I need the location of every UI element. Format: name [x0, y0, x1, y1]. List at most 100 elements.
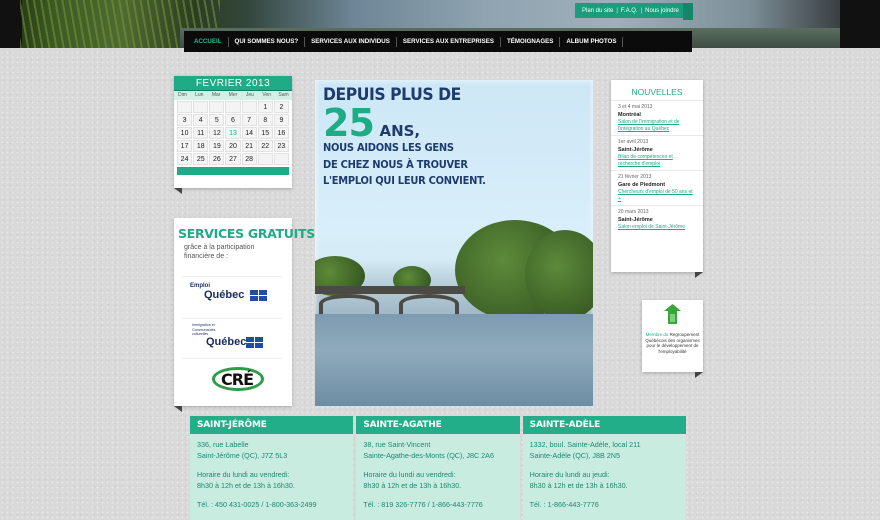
calendar-fold	[174, 188, 182, 194]
office-address: 38, rue Saint-Vincent	[363, 440, 431, 449]
membre-fold	[695, 372, 703, 378]
calendar-day: 8	[257, 114, 273, 126]
hero-banner: DEPUIS PLUS DE 25 ANS, NOUS AIDONS LES G…	[315, 80, 593, 406]
calendar-day: 14	[241, 127, 257, 139]
calendar-weekday: Dim	[177, 92, 187, 98]
office-phone: Tél. : 819 326-7776 / 1-866-443-7776	[363, 500, 483, 509]
nav-accueil[interactable]: ACCUEIL	[188, 36, 229, 47]
rquode-logo-icon	[664, 304, 681, 324]
news-date: 21 février 2013	[618, 174, 652, 180]
news-place: Saint-Jérôme	[618, 147, 653, 153]
hero-text: DEPUIS PLUS DE 25 ANS, NOUS AIDONS LES G…	[323, 86, 563, 187]
news-link[interactable]: Bilan de compétences et recherche d'empl…	[618, 154, 696, 168]
link-nous-joindre[interactable]: Nous joindre	[642, 8, 682, 14]
calendar-weekday: Mar	[211, 92, 221, 98]
nav-album-photos[interactable]: ALBUM PHOTOS	[560, 36, 624, 47]
calendar-day: 6	[225, 114, 241, 126]
calendar-month: FEVRIER 2013	[174, 76, 292, 91]
top-links: Plan du site | F.A.Q. | Nous joindre	[575, 3, 686, 18]
hero-line-5: L'EMPLOI QUI LEUR CONVIENT.	[323, 173, 486, 187]
news-fold	[695, 272, 703, 278]
cre-logo[interactable]: CRÉ	[182, 358, 282, 402]
hero-line-4: DE CHEZ NOUS À TROUVER	[323, 157, 468, 171]
office-hours: 8h30 à 12h et de 13h à 16h30.	[197, 480, 295, 490]
nav-qui-sommes-nous[interactable]: QUI SOMMES NOUS?	[229, 36, 306, 47]
calendar-empty-cell: ·	[241, 101, 257, 113]
header-edge-right	[840, 0, 880, 48]
bridge	[315, 286, 465, 294]
nav-services-individus[interactable]: SERVICES AUX INDIVIDUS	[305, 36, 397, 47]
river	[315, 314, 593, 406]
calendar-day: 16	[273, 127, 289, 139]
office-hours-label: Horaire du lundi au jeudi:	[529, 470, 610, 479]
calendar-weekday: Sam	[278, 92, 289, 98]
news-date: 3 et 4 mai 2013	[618, 104, 653, 110]
link-faq[interactable]: F.A.Q.	[618, 8, 641, 14]
news-item: 20 mars 2013 Saint-Jérôme Salon emploi d…	[611, 206, 703, 233]
nav-services-entreprises[interactable]: SERVICES AUX ENTREPRISES	[397, 36, 501, 47]
calendar-day: 12	[209, 127, 225, 139]
calendar-day[interactable]: 13	[225, 127, 241, 139]
emploi-quebec-logo[interactable]: Emploi Québec	[182, 276, 282, 316]
office-phone: Tél. : 1-866-443-7776	[529, 500, 599, 509]
membre-text: Membre du Regroupement Québécois des org…	[644, 332, 701, 354]
nav-temoignages[interactable]: TÉMOIGNAGES	[501, 36, 561, 47]
calendar-footer	[177, 167, 289, 175]
calendar-empty-cell: ·	[225, 101, 241, 113]
calendar-grid: ·····12345678910111213141516171819202122…	[174, 100, 292, 166]
membre-badge[interactable]: Membre du Regroupement Québécois des org…	[642, 300, 703, 372]
calendar-empty-cell: ·	[273, 153, 289, 165]
news-link[interactable]: Salon de l'immigration et de l'intégrati…	[618, 119, 696, 133]
calendar-day: 23	[273, 140, 289, 152]
quebec-flag-icon	[246, 337, 263, 348]
link-plan-du-site[interactable]: Plan du site	[579, 8, 616, 14]
services-title: SERVICES GRATUITS	[178, 226, 315, 241]
toplinks-tab	[683, 3, 693, 20]
news-item: 3 et 4 mai 2013 Montréal Salon de l'immi…	[611, 101, 703, 136]
office-city: Sainte-Agathe-des-Monts (QC), J8C 2A6	[363, 450, 494, 460]
office-name: SAINTE-ADÈLE	[522, 416, 686, 434]
header-edge-left	[0, 0, 22, 48]
calendar-weekdays: Dim Lun Mar Mer Jeu Ven Sam	[174, 91, 292, 100]
calendar-empty-cell: ·	[257, 153, 273, 165]
calendar-weekday: Mer	[228, 92, 238, 98]
calendar-day: 11	[193, 127, 209, 139]
membre-prefix: Membre du	[645, 332, 669, 337]
calendar-day: 20	[225, 140, 241, 152]
calendar-day: 28	[241, 153, 257, 165]
immigration-quebec-logo[interactable]: Immigration et Communautés culturelles Q…	[182, 318, 282, 358]
office-name: SAINT-JÉRÔME	[190, 416, 354, 434]
bridge-arch	[319, 294, 379, 314]
office-city: Sainte-Adèle (QC), J8B 2N5	[529, 450, 620, 460]
news-item: 1er avril 2013 Saint-Jérôme Bilan de com…	[611, 136, 703, 171]
news-box: NOUVELLES 3 et 4 mai 2013 Montréal Salon…	[611, 80, 703, 272]
calendar-day: 17	[177, 140, 193, 152]
calendar-day: 10	[177, 127, 193, 139]
office-body: 1332, boul. Sainte-Adèle, local 211 Sain…	[523, 434, 686, 511]
office-body: 336, rue Labelle Saint-Jérôme (QC), J7Z …	[190, 434, 353, 511]
calendar-day: 7	[241, 114, 257, 126]
news-link[interactable]: Chercheurs d'emploi de 50 ans et +	[618, 189, 696, 203]
quebec-label-2: Québec	[206, 336, 247, 348]
hero-ans: ANS,	[379, 121, 421, 140]
news-title: NOUVELLES	[611, 80, 703, 101]
hero-number: 25	[323, 100, 375, 145]
office-hours-label: Horaire du lundi au vendredi:	[197, 470, 290, 479]
news-item: 21 février 2013 Gare de Piedmont Cherche…	[611, 171, 703, 206]
office-hours-label: Horaire du lundi au vendredi:	[363, 470, 456, 479]
hero-line-1: DEPUIS PLUS DE	[323, 85, 461, 105]
offices-row: SAINT-JÉRÔME 336, rue Labelle Saint-Jérô…	[190, 416, 686, 520]
calendar-day: 27	[225, 153, 241, 165]
calendar-day: 2	[273, 101, 289, 113]
calendar-day: 18	[193, 140, 209, 152]
office-sainte-agathe: SAINTE-AGATHE 38, rue Saint-Vincent Sain…	[356, 416, 520, 520]
calendar-empty-cell: ·	[193, 101, 209, 113]
office-saint-jerome: SAINT-JÉRÔME 336, rue Labelle Saint-Jérô…	[190, 416, 354, 520]
office-phone: Tél. : 450 431-0025 / 1-800-363-2499	[197, 500, 317, 509]
news-link[interactable]: Salon emploi de Saint-Jérôme	[618, 224, 696, 231]
quebec-label: Québec	[204, 289, 245, 301]
